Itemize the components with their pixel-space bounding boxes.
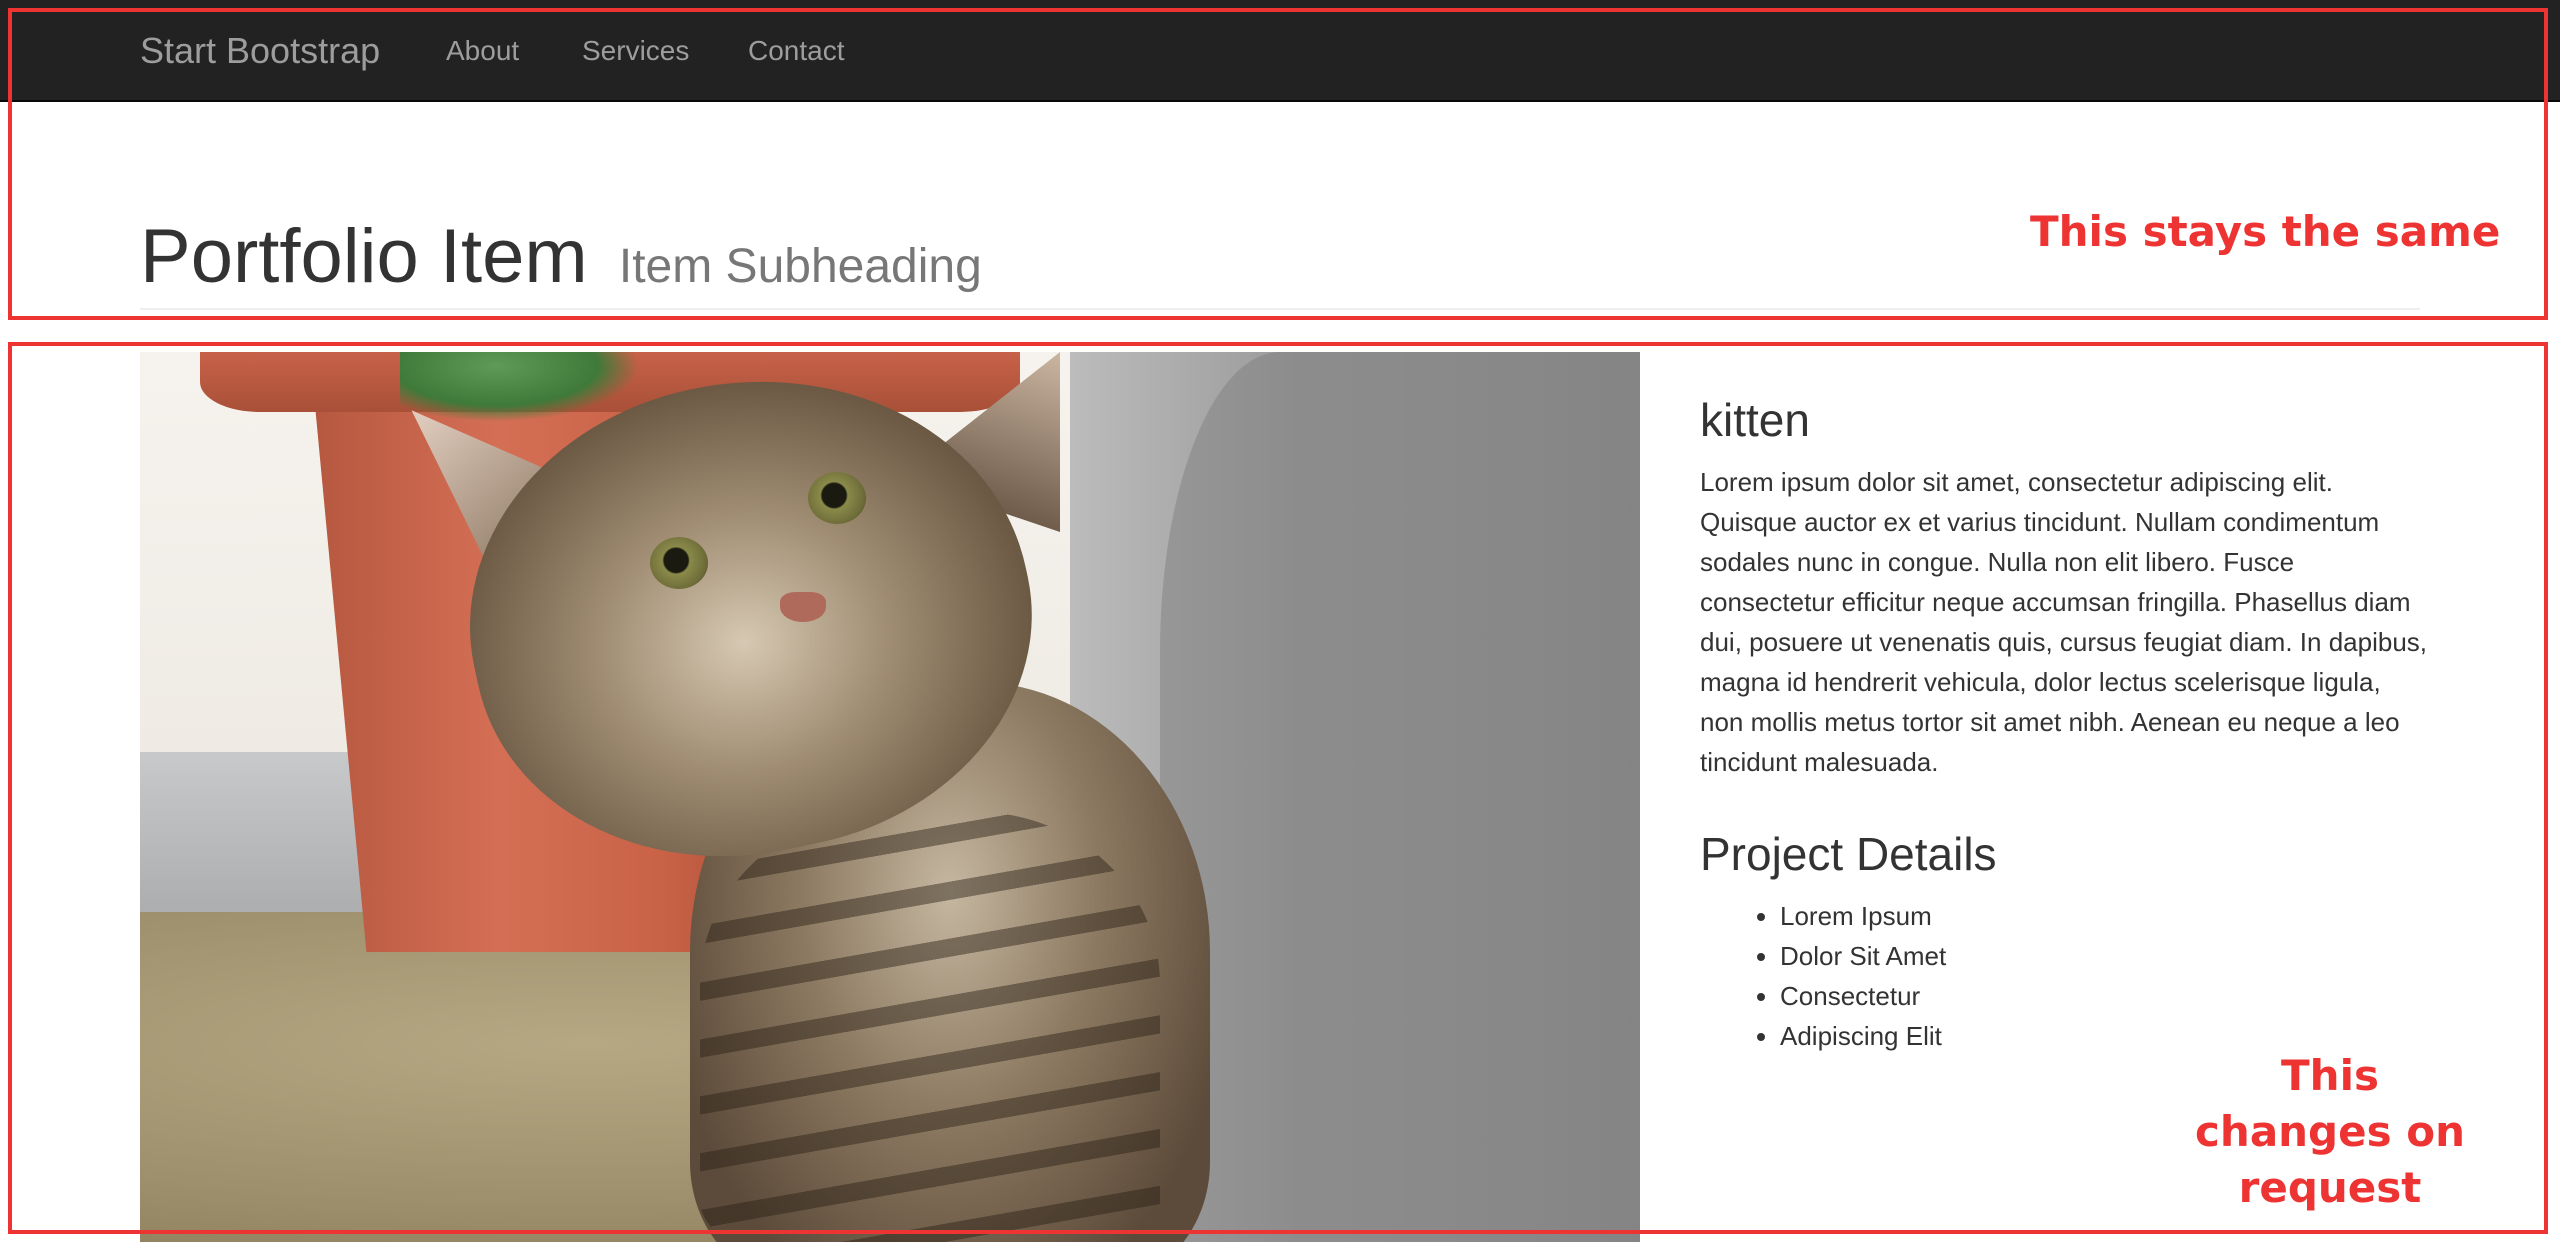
list-item: Lorem Ipsum bbox=[1780, 896, 2430, 936]
navbar-brand-link[interactable]: Start Bootstrap bbox=[140, 0, 380, 102]
project-details-list: Lorem Ipsum Dolor Sit Amet Consectetur A… bbox=[1700, 896, 2430, 1056]
page-subtitle: Item Subheading bbox=[618, 240, 982, 293]
photo-concrete-shadow bbox=[1160, 352, 1640, 1242]
photo-kitten-eye-right bbox=[808, 472, 866, 524]
project-details-heading: Project Details bbox=[1700, 828, 1997, 880]
item-description: Lorem ipsum dolor sit amet, consectetur … bbox=[1700, 467, 2427, 777]
page: Start Bootstrap About Services Contact P… bbox=[0, 0, 2560, 1242]
header-divider bbox=[140, 308, 2420, 310]
photo-kitten-eye-left bbox=[650, 537, 708, 589]
page-title-text: Portfolio Item bbox=[140, 214, 588, 299]
photo-kitten-stripes bbox=[700, 812, 1160, 1242]
annotation-label-static: This stays the same bbox=[2030, 207, 2501, 256]
item-name: kitten bbox=[1700, 394, 1810, 446]
page-title: Portfolio Item Item Subheading bbox=[140, 212, 982, 302]
photo-plant-leaves bbox=[400, 352, 640, 422]
top-navbar: Start Bootstrap About Services Contact bbox=[0, 0, 2560, 102]
list-item: Consectetur bbox=[1780, 976, 2430, 1016]
kitten-photo bbox=[140, 352, 1640, 1242]
nav-link-contact[interactable]: Contact bbox=[748, 0, 845, 102]
photo-kitten-nose bbox=[780, 592, 826, 622]
annotation-label-dynamic: This changes on request bbox=[2195, 1051, 2465, 1212]
nav-link-services[interactable]: Services bbox=[582, 0, 689, 102]
item-description-panel: kitten Lorem ipsum dolor sit amet, conse… bbox=[1700, 392, 2430, 1056]
list-item: Dolor Sit Amet bbox=[1780, 936, 2430, 976]
nav-link-about[interactable]: About bbox=[446, 0, 519, 102]
